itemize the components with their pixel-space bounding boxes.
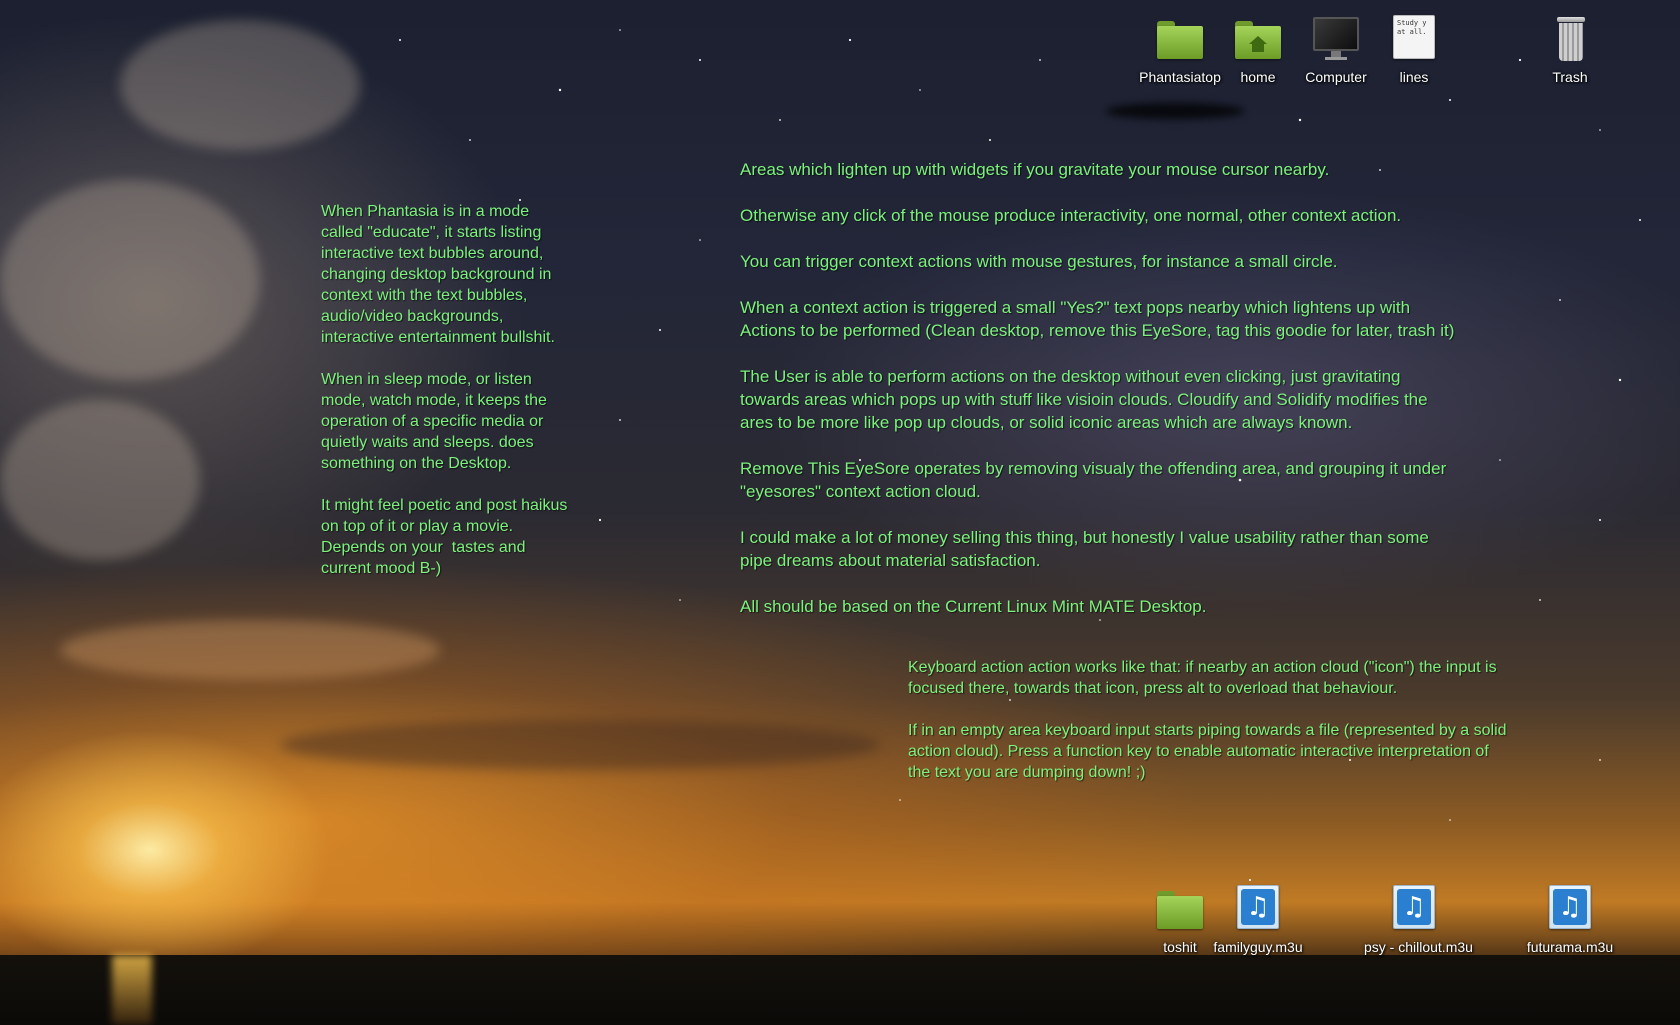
sea-horizon	[0, 955, 1680, 1025]
cloud-decoration	[120, 20, 360, 150]
music-note-icon: ♫	[1553, 889, 1587, 925]
icon-label: lines	[1399, 69, 1429, 85]
bubble-paragraph: Keyboard action action works like that: …	[908, 659, 1497, 697]
desktop[interactable]: Phantasiatop home Computer Study y at al…	[0, 0, 1680, 1025]
text-bubble-left[interactable]: When Phantasia is in a mode called "educ…	[321, 201, 621, 600]
cloud-decoration	[60, 620, 440, 680]
desktop-icon-familyguy[interactable]: ♫ familyguy.m3u	[1208, 885, 1308, 955]
icon-label: familyguy.m3u	[1213, 939, 1303, 955]
desktop-icon-psy-chillout[interactable]: ♫ psy - chillout.m3u	[1364, 885, 1473, 955]
text-bubble-keyboard[interactable]: Keyboard action action works like that: …	[908, 657, 1598, 804]
audio-playlist-icon: ♫	[1545, 885, 1595, 935]
music-note-icon: ♫	[1241, 889, 1275, 925]
folder-icon	[1155, 15, 1205, 65]
music-note-icon: ♫	[1397, 889, 1431, 925]
sun-reflection	[112, 955, 152, 1025]
computer-icon	[1311, 15, 1361, 65]
folder-icon	[1155, 885, 1205, 935]
bubble-paragraph: If in an empty area keyboard input start…	[908, 722, 1507, 781]
audio-playlist-icon: ♫	[1233, 885, 1283, 935]
cloud-decoration	[0, 400, 200, 560]
bubble-paragraph: I could make a lot of money selling this…	[740, 528, 1429, 570]
bubble-paragraph: Otherwise any click of the mouse produce…	[740, 206, 1402, 225]
bubble-paragraph: All should be based on the Current Linux…	[740, 597, 1207, 616]
text-bubble-main[interactable]: Areas which lighten up with widgets if y…	[740, 158, 1590, 641]
bubble-paragraph: When Phantasia is in a mode called "educ…	[321, 203, 555, 346]
audio-playlist-icon: ♫	[1389, 885, 1439, 935]
bubble-paragraph: Areas which lighten up with widgets if y…	[740, 160, 1330, 179]
bubble-paragraph: Remove This EyeSore operates by removing…	[740, 459, 1447, 501]
bubble-paragraph: It might feel poetic and post haikus on …	[321, 497, 568, 577]
shadow-decoration	[1105, 103, 1245, 119]
desktop-icon-trash[interactable]: Trash	[1520, 15, 1620, 85]
bubble-paragraph: The User is able to perform actions on t…	[740, 367, 1428, 432]
home-folder-icon	[1233, 15, 1283, 65]
trash-icon	[1545, 15, 1595, 65]
bubble-paragraph: You can trigger context actions with mou…	[740, 252, 1338, 271]
icon-label: futurama.m3u	[1526, 939, 1614, 955]
text-file-icon: Study y at all.	[1389, 15, 1439, 65]
icon-label: Trash	[1552, 69, 1588, 85]
cloud-decoration	[280, 720, 880, 770]
icon-label: psy - chillout.m3u	[1364, 939, 1473, 955]
desktop-icon-lines[interactable]: Study y at all. lines	[1364, 15, 1464, 85]
cloud-decoration	[0, 180, 260, 380]
text-file-preview: Study y at all.	[1393, 15, 1435, 59]
desktop-icon-futurama[interactable]: ♫ futurama.m3u	[1520, 885, 1620, 955]
bubble-paragraph: When in sleep mode, or listen mode, watc…	[321, 371, 547, 472]
bubble-paragraph: When a context action is triggered a sma…	[740, 298, 1455, 340]
